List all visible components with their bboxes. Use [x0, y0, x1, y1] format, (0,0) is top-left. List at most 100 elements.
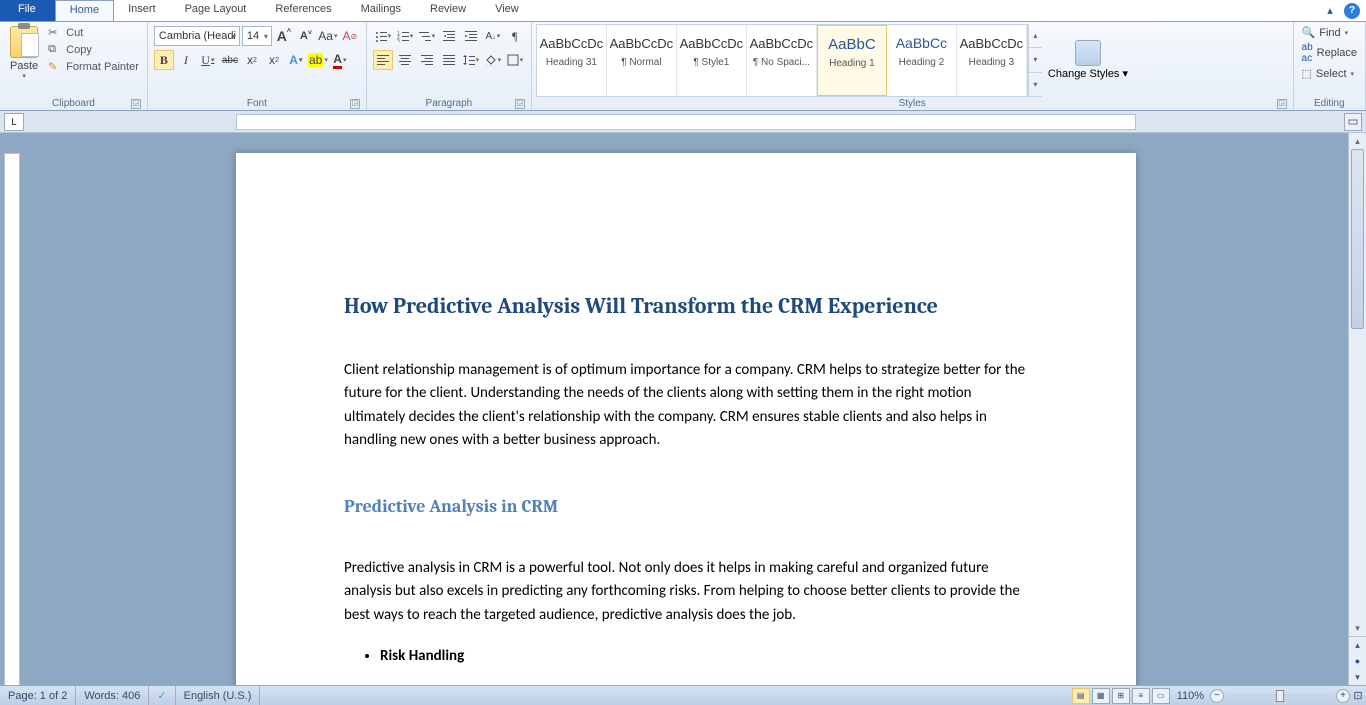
decrease-indent-button[interactable]	[439, 26, 459, 46]
tab-mailings[interactable]: Mailings	[347, 0, 416, 21]
tab-bar: File Home Insert Page Layout References …	[0, 0, 1366, 22]
doc-paragraph-2[interactable]: Predictive analysis in CRM is a powerful…	[344, 557, 1028, 627]
doc-heading-1[interactable]: How Predictive Analysis Will Transform t…	[344, 293, 1028, 319]
doc-list[interactable]: Risk Handling	[380, 647, 1028, 665]
gallery-more[interactable]: ▾	[1029, 73, 1042, 97]
zoom-in[interactable]: +	[1336, 689, 1350, 703]
gallery-up[interactable]: ▴	[1029, 24, 1042, 48]
tab-review[interactable]: Review	[416, 0, 481, 21]
next-page[interactable]: ▾	[1349, 669, 1366, 685]
style-item--style1[interactable]: AaBbCcDc¶ Style1	[677, 25, 747, 96]
highlight-button[interactable]: ab	[308, 50, 328, 70]
browse-object[interactable]: ●	[1349, 653, 1366, 669]
paste-label: Paste	[10, 60, 38, 72]
style-item--no-spaci-[interactable]: AaBbCcDc¶ No Spaci...	[747, 25, 817, 96]
zoom-level[interactable]: 110%	[1171, 690, 1210, 702]
style-item--normal[interactable]: AaBbCcDc¶ Normal	[607, 25, 677, 96]
find-button[interactable]: 🔍Find ▾	[1302, 26, 1357, 39]
underline-button[interactable]: U	[198, 50, 218, 70]
multilevel-list-button[interactable]	[417, 26, 437, 46]
status-proofing[interactable]: ✓	[149, 686, 175, 705]
change-styles-label: Change Styles	[1048, 68, 1120, 80]
status-language[interactable]: English (U.S.)	[176, 686, 261, 705]
tab-view[interactable]: View	[481, 0, 534, 21]
tab-page-layout[interactable]: Page Layout	[171, 0, 262, 21]
subscript-button[interactable]: x2	[242, 50, 262, 70]
show-marks-button[interactable]: ¶	[505, 26, 525, 46]
borders-button[interactable]	[505, 50, 525, 70]
style-item-heading-3[interactable]: AaBbCcDcHeading 3	[957, 25, 1027, 96]
status-words[interactable]: Words: 406	[76, 686, 149, 705]
style-preview: AaBbCcDc	[679, 29, 744, 57]
font-dialog-launcher[interactable]: ◲	[350, 99, 360, 109]
change-styles-button[interactable]: Change Styles ▾	[1042, 24, 1134, 97]
style-item-heading-1[interactable]: AaBbCHeading 1	[817, 25, 887, 96]
sort-button[interactable]: A↓	[483, 26, 503, 46]
numbering-button[interactable]: 123	[395, 26, 415, 46]
select-button[interactable]: ⬚Select ▾	[1302, 67, 1357, 80]
tab-selector[interactable]: L	[4, 113, 24, 131]
change-case-button[interactable]: Aa	[318, 26, 338, 46]
tab-insert[interactable]: Insert	[114, 0, 171, 21]
zoom-out[interactable]: −	[1210, 689, 1224, 703]
gallery-down[interactable]: ▾	[1029, 48, 1042, 72]
grow-font-button[interactable]: A˄	[274, 26, 294, 46]
text-effects-button[interactable]: A	[286, 50, 306, 70]
zoom-fit[interactable]: ⊡	[1350, 689, 1366, 702]
format-painter-button[interactable]: ✎Format Painter	[48, 60, 139, 74]
italic-button[interactable]: I	[176, 50, 196, 70]
cut-button[interactable]: ✂Cut	[48, 26, 139, 40]
scroll-down[interactable]: ▾	[1349, 620, 1366, 636]
style-item-heading-2[interactable]: AaBbCcHeading 2	[887, 25, 957, 96]
view-outline[interactable]: ≡	[1132, 688, 1150, 704]
tab-references[interactable]: References	[261, 0, 346, 21]
ruler-toggle-icon	[1348, 117, 1358, 127]
status-page[interactable]: Page: 1 of 2	[0, 686, 76, 705]
ruler-toggle[interactable]	[1344, 113, 1362, 131]
view-full-screen[interactable]: ▦	[1092, 688, 1110, 704]
document-page[interactable]: How Predictive Analysis Will Transform t…	[236, 153, 1136, 685]
bullets-button[interactable]	[373, 26, 393, 46]
minimize-ribbon-icon[interactable]: ▴	[1322, 3, 1338, 19]
horizontal-ruler[interactable]	[236, 114, 1136, 130]
zoom-thumb[interactable]	[1276, 690, 1284, 702]
paste-button[interactable]: Paste ▾	[4, 24, 44, 82]
style-item-heading-31[interactable]: AaBbCcDcHeading 31	[537, 25, 607, 96]
line-spacing-button[interactable]	[461, 50, 481, 70]
align-center-button[interactable]	[395, 50, 415, 70]
increase-indent-button[interactable]	[461, 26, 481, 46]
scroll-track[interactable]	[1349, 149, 1366, 620]
doc-paragraph-1[interactable]: Client relationship management is of opt…	[344, 359, 1028, 452]
bold-button[interactable]: B	[154, 50, 174, 70]
view-print-layout[interactable]: ▤	[1072, 688, 1090, 704]
doc-list-item[interactable]: Risk Handling	[380, 647, 1028, 665]
paragraph-dialog-launcher[interactable]: ◲	[515, 99, 525, 109]
tab-home[interactable]: Home	[55, 0, 114, 21]
zoom-slider[interactable]	[1230, 694, 1330, 698]
doc-heading-2[interactable]: Predictive Analysis in CRM	[344, 496, 1028, 517]
scroll-up[interactable]: ▴	[1349, 133, 1366, 149]
font-size-combo[interactable]: 14	[242, 26, 272, 46]
view-web-layout[interactable]: ⊞	[1112, 688, 1130, 704]
copy-button[interactable]: ⧉Copy	[48, 43, 139, 57]
styles-dialog-launcher[interactable]: ◲	[1277, 99, 1287, 109]
superscript-button[interactable]: x2	[264, 50, 284, 70]
shrink-font-button[interactable]: A˅	[296, 26, 316, 46]
tab-file[interactable]: File	[0, 0, 55, 21]
help-icon[interactable]: ?	[1344, 3, 1360, 19]
font-color-button[interactable]: A	[330, 50, 350, 70]
clipboard-dialog-launcher[interactable]: ◲	[131, 99, 141, 109]
view-draft[interactable]: ▭	[1152, 688, 1170, 704]
shading-button[interactable]	[483, 50, 503, 70]
align-right-button[interactable]	[417, 50, 437, 70]
justify-button[interactable]	[439, 50, 459, 70]
clear-formatting-button[interactable]: A⊘	[340, 26, 360, 46]
scroll-thumb[interactable]	[1351, 149, 1364, 329]
document-area: How Predictive Analysis Will Transform t…	[0, 133, 1348, 685]
strikethrough-button[interactable]: abc	[220, 50, 240, 70]
font-name-combo[interactable]: Cambria (Headi	[154, 26, 240, 46]
vertical-ruler[interactable]	[4, 153, 20, 685]
align-left-button[interactable]	[373, 50, 393, 70]
prev-page[interactable]: ▴	[1349, 637, 1366, 653]
replace-button[interactable]: abacReplace	[1302, 42, 1357, 64]
